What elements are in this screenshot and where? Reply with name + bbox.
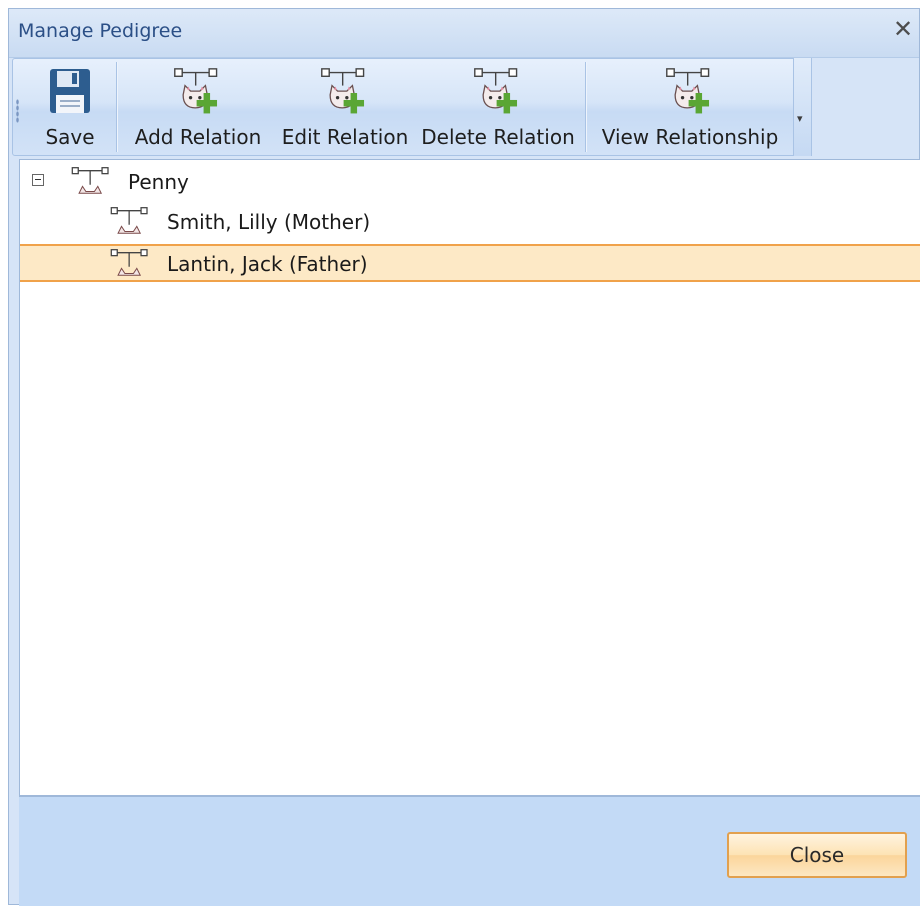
pedigree-tree[interactable]: Penny Smith, Lilly (Mother) Lantin, Jack… <box>19 159 920 796</box>
title-bar: Manage Pedigree ✕ <box>9 9 919 58</box>
overflow-arrow-icon: ▾ <box>797 112 803 125</box>
save-label: Save <box>45 125 95 149</box>
edit-relation-label: Edit Relation <box>281 125 409 149</box>
close-window-icon[interactable]: ✕ <box>891 17 915 41</box>
tree-node-child-selected[interactable]: Lantin, Jack (Father) <box>20 244 920 282</box>
dialog-footer: Close <box>19 796 920 906</box>
toolbar-overflow-button[interactable]: ▾ <box>793 58 811 156</box>
add-relation-label: Add Relation <box>134 125 262 149</box>
tree-node-label: Lantin, Jack (Father) <box>167 252 368 276</box>
pedigree-icon <box>106 248 154 282</box>
toolbar-separator <box>585 62 586 152</box>
tree-node-label: Penny <box>128 170 189 194</box>
view-relationship-label: View Relationship <box>601 125 779 149</box>
toolbar: Save Add Relation Edit Relation Delete R… <box>12 58 812 156</box>
save-button[interactable]: Save <box>25 59 115 155</box>
delete-relation-label: Delete Relation <box>421 125 575 149</box>
edit-relation-icon <box>319 67 371 119</box>
add-relation-button[interactable]: Add Relation <box>126 59 270 155</box>
delete-relation-button[interactable]: Delete Relation <box>417 59 579 155</box>
edit-relation-button[interactable]: Edit Relation <box>275 59 415 155</box>
pedigree-icon <box>106 206 154 240</box>
view-relationship-button[interactable]: View Relationship <box>595 59 785 155</box>
pedigree-icon <box>67 166 115 200</box>
toolbar-separator <box>116 62 117 152</box>
close-button[interactable]: Close <box>727 832 907 878</box>
floppy-disk-icon <box>50 69 90 113</box>
add-relation-icon <box>172 67 224 119</box>
delete-relation-icon <box>472 67 524 119</box>
collapse-toggle-icon[interactable] <box>32 174 44 186</box>
manage-pedigree-dialog: Manage Pedigree ✕ Save Add Relation Edit… <box>8 8 920 906</box>
tree-node-root[interactable]: Penny <box>20 162 920 200</box>
toolbar-grip[interactable] <box>16 99 19 123</box>
view-relationship-icon <box>664 67 716 119</box>
tree-node-child[interactable]: Smith, Lilly (Mother) <box>20 202 920 240</box>
window-title: Manage Pedigree <box>18 20 183 42</box>
tree-node-label: Smith, Lilly (Mother) <box>167 210 371 234</box>
